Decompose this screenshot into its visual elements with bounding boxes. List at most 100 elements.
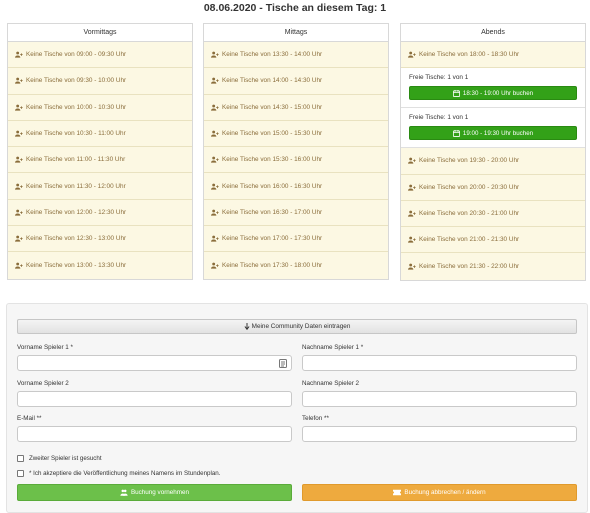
user-plus-icon (15, 156, 23, 163)
free-tables-text: Freie Tische: 1 von 1 (409, 74, 469, 82)
community-data-button[interactable]: Meine Community Daten eintragen (17, 319, 577, 334)
time-slot-unavailable: Keine Tische von 18:00 - 18:30 Uhr (401, 42, 585, 69)
time-slot-label: Keine Tische von 17:30 - 18:00 Uhr (222, 262, 323, 270)
contact-card-icon[interactable] (279, 359, 287, 368)
time-slot-label: Keine Tische von 21:30 - 22:00 Uhr (419, 263, 520, 271)
time-slot-unavailable: Keine Tische von 20:00 - 20:30 Uhr (401, 174, 585, 201)
calendar-icon (452, 89, 460, 97)
user-plus-icon (15, 183, 23, 190)
phone-label: Telefon ** (302, 415, 329, 422)
time-slot-label: Keine Tische von 13:00 - 13:30 Uhr (26, 262, 127, 270)
user-plus-icon (15, 209, 23, 216)
column-header: Mittags (204, 24, 388, 42)
time-slot-label: Keine Tische von 13:30 - 14:00 Uhr (222, 51, 323, 59)
time-slot-unavailable: Keine Tische von 12:30 - 13:00 Uhr (8, 226, 192, 253)
time-slot-unavailable: Keine Tische von 10:30 - 11:00 Uhr (8, 120, 192, 148)
time-slot-label: Keine Tische von 10:30 - 11:00 Uhr (26, 130, 126, 138)
time-slot-label: Keine Tische von 16:30 - 17:00 Uhr (222, 208, 323, 216)
book-slot-button[interactable]: 18:30 - 19:00 Uhr buchen (409, 86, 577, 101)
user-plus-icon (408, 51, 416, 58)
first-name-2-input[interactable] (17, 391, 292, 407)
time-slot-label: Keine Tische von 16:00 - 16:30 Uhr (222, 182, 323, 190)
first-name-2-label: Vorname Spieler 2 (17, 380, 69, 387)
submit-booking-button[interactable]: Buchung vornehmen (17, 484, 292, 501)
arrow-down-icon (244, 323, 250, 330)
second-player-row: Zweiter Spieler ist gesucht (17, 455, 102, 462)
time-slot-unavailable: Keine Tische von 09:30 - 10:00 Uhr (8, 68, 192, 95)
free-tables-text: Freie Tische: 1 von 1 (409, 114, 469, 122)
time-slot-label: Keine Tische von 15:00 - 15:30 Uhr (222, 130, 323, 138)
second-player-checkbox[interactable] (17, 455, 24, 462)
user-plus-icon (15, 104, 23, 111)
time-slot-unavailable: Keine Tische von 20:30 - 21:00 Uhr (401, 200, 585, 228)
user-plus-icon (211, 183, 219, 190)
user-plus-icon (211, 209, 219, 216)
book-slot-label: 19:00 - 19:30 Uhr buchen (462, 129, 534, 137)
time-slot-unavailable: Keine Tische von 11:30 - 12:00 Uhr (8, 173, 192, 200)
time-slot-unavailable: Keine Tische von 15:00 - 15:30 Uhr (204, 120, 388, 148)
time-slot-unavailable: Keine Tische von 17:00 - 17:30 Uhr (204, 226, 388, 253)
user-plus-icon (211, 78, 219, 85)
time-slot-label: Keine Tische von 14:30 - 15:00 Uhr (222, 103, 323, 111)
publish-consent-checkbox[interactable] (17, 470, 24, 477)
time-slot-label: Keine Tische von 20:30 - 21:00 Uhr (419, 210, 520, 218)
time-slot-unavailable: Keine Tische von 13:30 - 14:00 Uhr (204, 42, 388, 69)
time-slot-unavailable: Keine Tische von 19:30 - 20:00 Uhr (401, 148, 585, 175)
booking-form: Meine Community Daten eintragen Vorname … (6, 303, 588, 513)
time-slot-label: Keine Tische von 10:00 - 10:30 Uhr (26, 103, 127, 111)
cancel-booking-button[interactable]: Buchung abbrechen / ändern (302, 484, 577, 501)
column-header: Vormittags (8, 24, 192, 42)
user-plus-icon (15, 235, 23, 242)
column-mittags: Mittags Keine Tische von 13:30 - 14:00 U… (203, 23, 389, 280)
time-slot-unavailable: Keine Tische von 15:30 - 16:00 Uhr (204, 147, 388, 174)
time-slot-label: Keine Tische von 12:00 - 12:30 Uhr (26, 208, 127, 216)
time-slot-label: Keine Tische von 18:00 - 18:30 Uhr (419, 51, 520, 59)
time-slot-unavailable: Keine Tische von 21:30 - 22:00 Uhr (401, 253, 585, 280)
user-plus-icon (15, 51, 23, 58)
user-plus-icon (211, 156, 219, 163)
time-slot-unavailable: Keine Tische von 13:00 - 13:30 Uhr (8, 252, 192, 279)
community-data-label: Meine Community Daten eintragen (251, 323, 351, 330)
column-vormittags: Vormittags Keine Tische von 09:00 - 09:3… (7, 23, 193, 280)
time-slot-label: Keine Tische von 12:30 - 13:00 Uhr (26, 235, 127, 243)
book-slot-label: 18:30 - 19:00 Uhr buchen (462, 89, 534, 97)
user-plus-icon (15, 78, 23, 85)
time-slot-label: Keine Tische von 11:30 - 12:00 Uhr (26, 182, 126, 190)
last-name-1-input[interactable] (302, 355, 577, 371)
time-slot-label: Keine Tische von 15:30 - 16:00 Uhr (222, 156, 323, 164)
last-name-1-label: Nachname Spieler 1 * (302, 344, 364, 351)
user-plus-icon (408, 263, 416, 270)
time-slot-label: Keine Tische von 09:00 - 09:30 Uhr (26, 51, 127, 59)
book-slot-button[interactable]: 19:00 - 19:30 Uhr buchen (409, 126, 577, 141)
time-slot-free: Freie Tische: 1 von 1 19:00 - 19:30 Uhr b… (401, 108, 585, 149)
time-slot-unavailable: Keine Tische von 14:30 - 15:00 Uhr (204, 94, 388, 121)
email-input[interactable] (17, 426, 292, 442)
column-header: Abends (401, 24, 585, 42)
time-slot-unavailable: Keine Tische von 16:00 - 16:30 Uhr (204, 173, 388, 200)
time-slot-label: Keine Tische von 11:00 - 11:30 Uhr (26, 156, 126, 164)
submit-booking-label: Buchung vornehmen (130, 489, 190, 496)
phone-input[interactable] (302, 426, 577, 442)
page-title: 08.06.2020 - Tische an diesem Tag: 1 (203, 2, 387, 14)
time-slot-label: Keine Tische von 14:00 - 14:30 Uhr (222, 77, 323, 85)
time-slot-label: Keine Tische von 09:30 - 10:00 Uhr (26, 77, 127, 85)
time-slot-unavailable: Keine Tische von 11:00 - 11:30 Uhr (8, 147, 192, 174)
users-icon (120, 489, 128, 496)
time-slot-label: Keine Tische von 17:00 - 17:30 Uhr (222, 235, 323, 243)
user-plus-icon (408, 184, 416, 191)
publish-consent-label: * Ich akzeptiere die Veröffentlichung me… (29, 470, 221, 477)
user-plus-icon (15, 262, 23, 269)
time-slot-free: Freie Tische: 1 von 1 18:30 - 19:00 Uhr b… (401, 68, 585, 109)
time-slot-label: Keine Tische von 20:00 - 20:30 Uhr (419, 183, 520, 191)
user-plus-icon (408, 210, 416, 217)
last-name-2-input[interactable] (302, 391, 577, 407)
time-slot-label: Keine Tische von 19:30 - 20:00 Uhr (419, 157, 520, 165)
ticket-icon (393, 489, 402, 496)
time-slot-unavailable: Keine Tische von 16:30 - 17:00 Uhr (204, 199, 388, 227)
user-plus-icon (211, 51, 219, 58)
time-slot-unavailable: Keine Tische von 17:30 - 18:00 Uhr (204, 252, 388, 279)
first-name-1-input[interactable] (17, 355, 292, 371)
publish-consent-row: * Ich akzeptiere die Veröffentlichung me… (17, 470, 220, 477)
user-plus-icon (408, 236, 416, 243)
time-slot-unavailable: Keine Tische von 09:00 - 09:30 Uhr (8, 42, 192, 69)
